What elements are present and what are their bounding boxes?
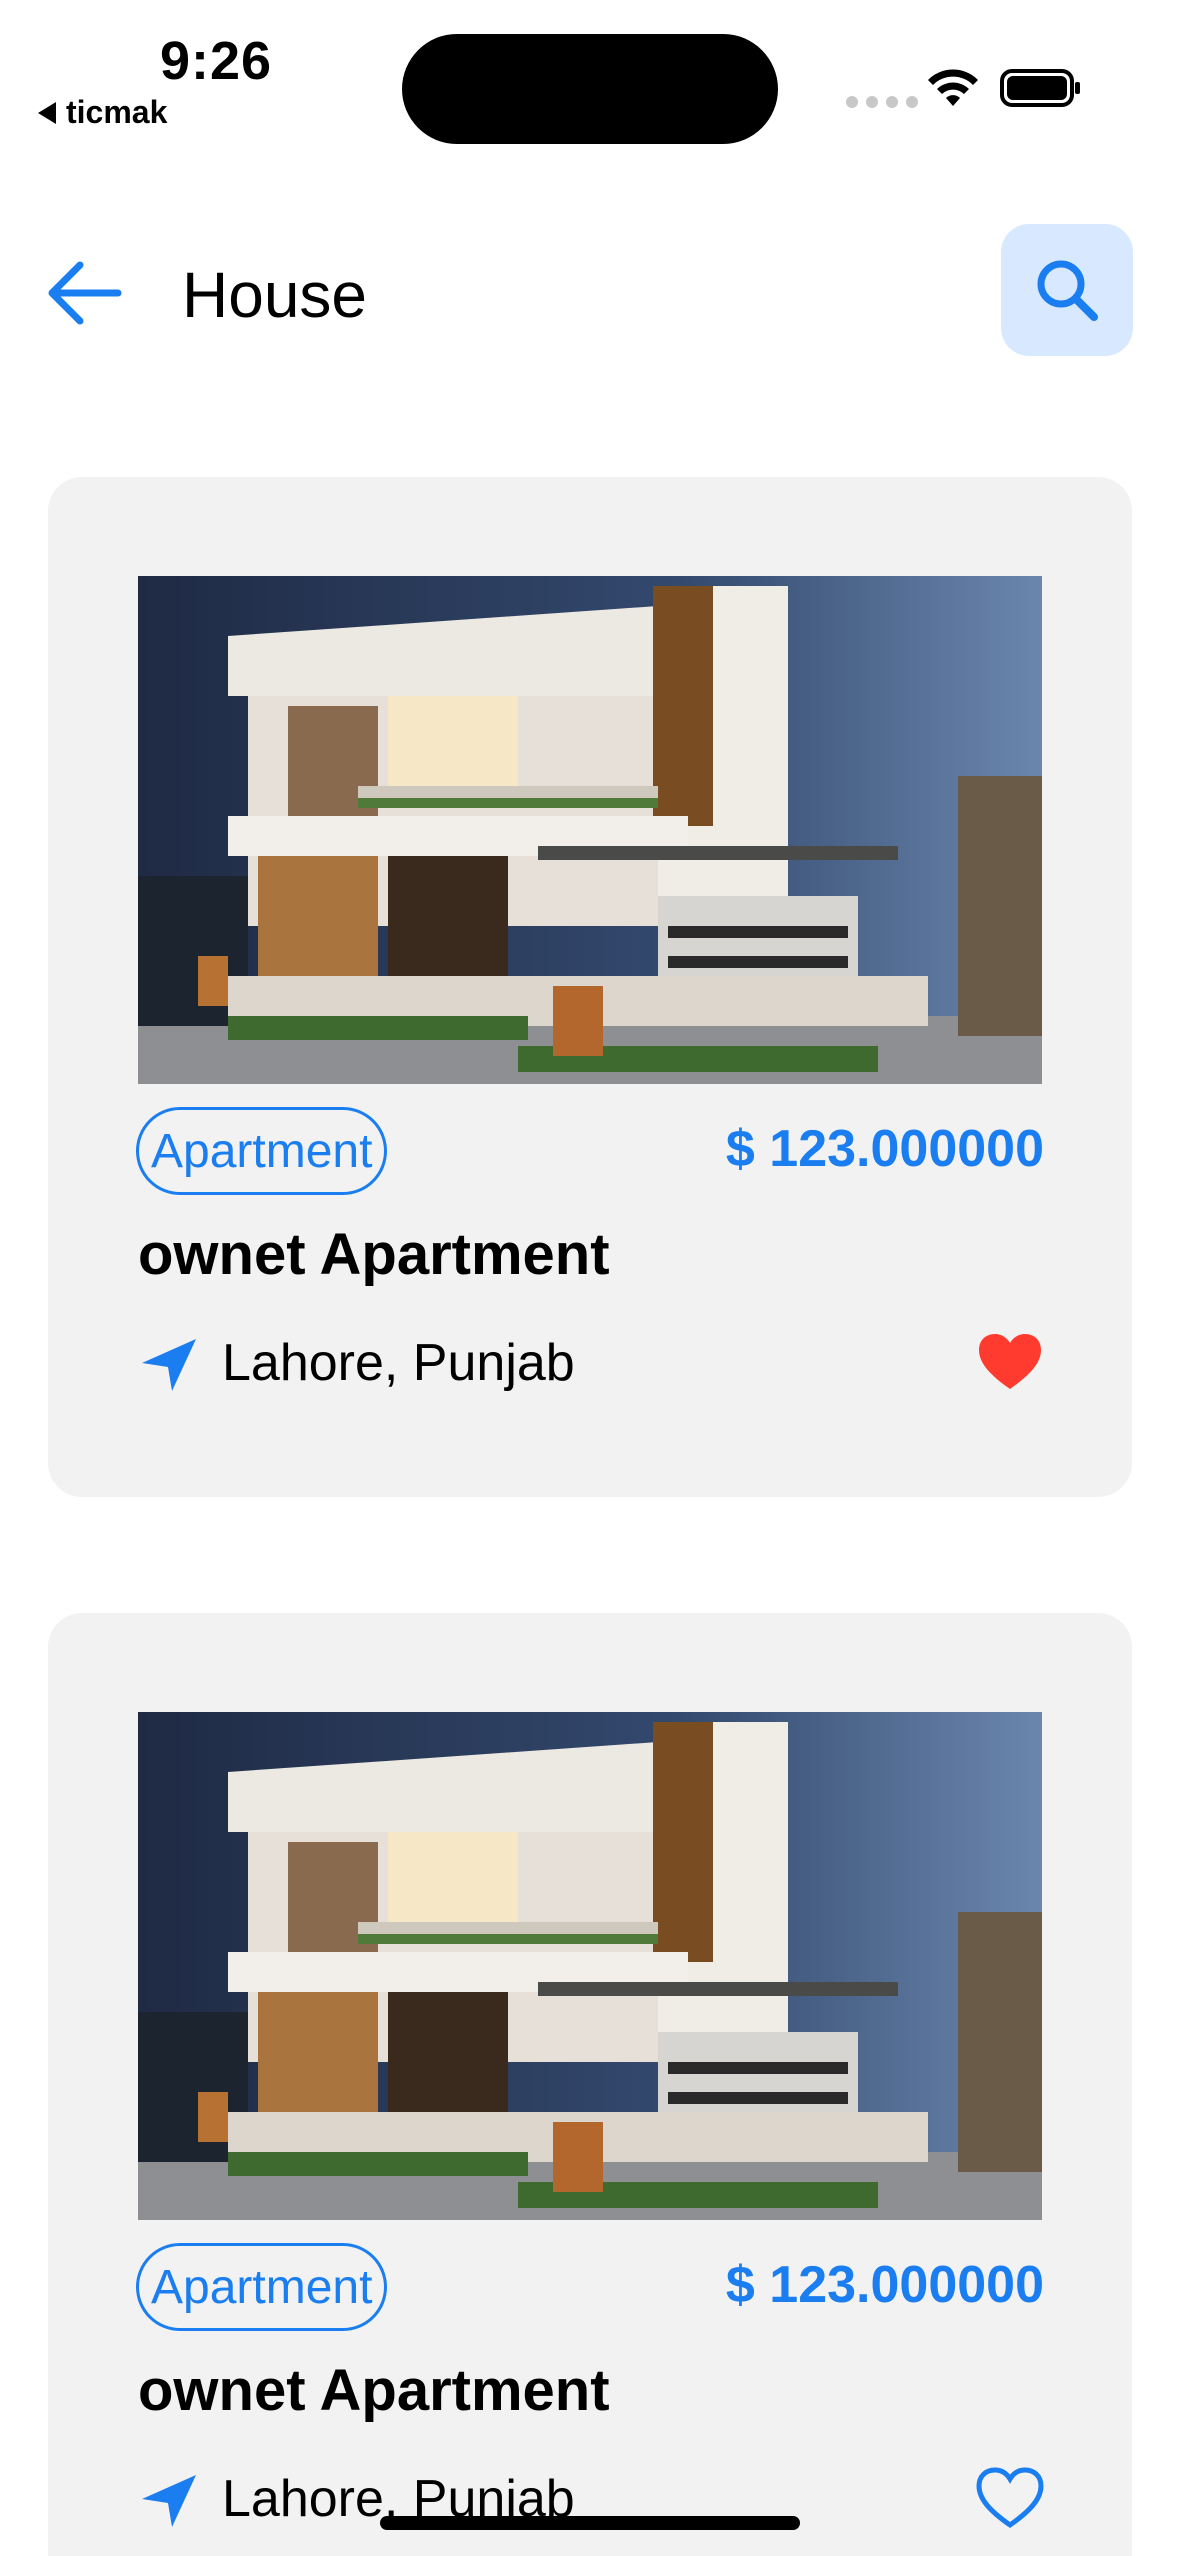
house-photo	[138, 576, 1042, 1084]
battery-icon	[1000, 69, 1080, 107]
wifi-icon	[928, 69, 978, 106]
search-button[interactable]	[1001, 224, 1133, 356]
house-photo	[138, 1712, 1042, 2220]
listing-title: ownet Apartment	[138, 1222, 610, 1287]
back-triangle-icon	[38, 101, 56, 124]
listing-card[interactable]: Apartment $ 123.000000 ownet Apartment L…	[48, 477, 1132, 1497]
listing-location: Lahore, Punjab	[222, 1334, 575, 1392]
home-indicator[interactable]	[380, 2516, 800, 2530]
page-title: House	[182, 259, 367, 331]
location-arrow-icon	[142, 2475, 196, 2527]
dynamic-island	[402, 34, 778, 144]
price: $ 123.000000	[725, 1120, 1044, 1178]
status-time: 9:26	[160, 31, 273, 91]
cellular-signal-icon	[846, 96, 918, 108]
back-arrow-icon[interactable]	[44, 258, 124, 328]
back-app-label: ticmak	[66, 94, 168, 130]
category-chip[interactable]: Apartment	[136, 2243, 388, 2331]
heart-outline-icon[interactable]	[976, 2467, 1044, 2529]
price: $ 123.000000	[725, 2256, 1044, 2314]
back-to-app-button[interactable]: ticmak	[38, 94, 167, 131]
location-arrow-icon	[142, 1339, 196, 1391]
heart-filled-icon[interactable]	[976, 1331, 1044, 1393]
listing-card[interactable]: Apartment $ 123.000000 ownet Apartment L…	[48, 1613, 1132, 2556]
screen: 9:26 ticmak House Apartment $ 123.000000…	[0, 0, 1179, 2556]
listing-title: ownet Apartment	[138, 2358, 610, 2423]
search-icon	[1037, 260, 1098, 321]
category-chip[interactable]: Apartment	[136, 1107, 388, 1195]
